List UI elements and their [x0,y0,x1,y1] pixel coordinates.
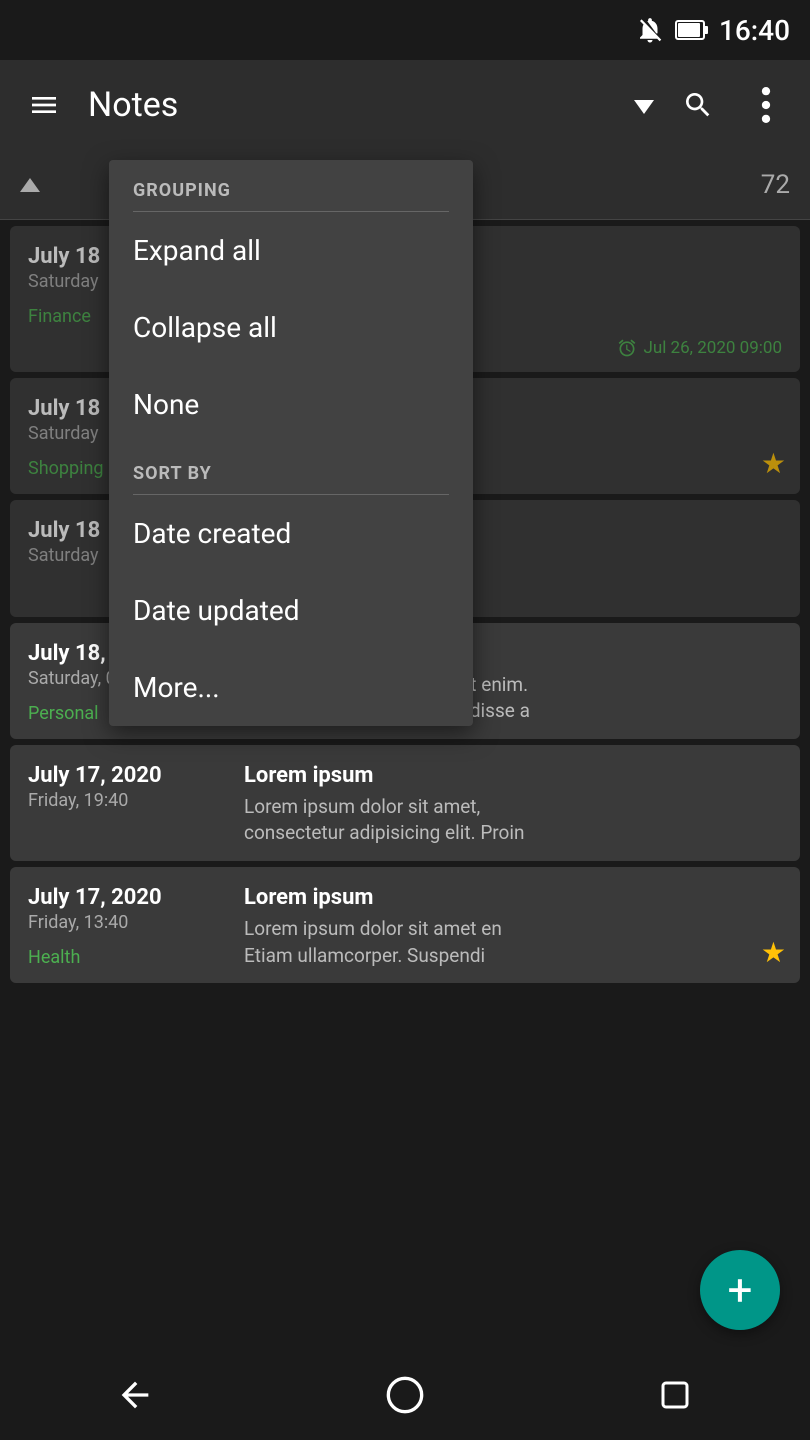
note-tag: Health [28,947,228,968]
note-date-main: July 17, 2020 [28,763,228,788]
app-bar: Notes [0,60,810,150]
dropdown-triangle-icon [634,100,654,114]
status-bar: 16:40 [0,0,810,60]
note-preview: Lorem ipsum dolor sit amet,consectetur a… [244,794,782,847]
notification-off-icon [635,15,665,45]
title-area: Notes [88,85,654,125]
note-date-main: July 17, 2020 [28,885,228,910]
app-title: Notes [88,85,628,125]
nav-bar [0,1350,810,1440]
none-menu-item[interactable]: None [109,366,473,443]
date-updated-menu-item[interactable]: Date updated [109,572,473,649]
sort-by-section-header: SORT BY [109,443,473,494]
star-icon: ★ [761,936,786,969]
note-left: July 17, 2020 Friday, 13:40 Health [28,885,228,969]
more-options-button[interactable] [742,81,790,129]
home-button[interactable] [380,1370,430,1420]
more-menu-item[interactable]: More... [109,649,473,726]
search-button[interactable] [674,81,722,129]
note-right: Lorem ipsum Lorem ipsum dolor sit amet,c… [244,763,782,847]
expand-all-menu-item[interactable]: Expand all [109,212,473,289]
status-time: 16:40 [719,14,790,47]
collapse-all-menu-item[interactable]: Collapse all [109,289,473,366]
note-preview: Lorem ipsum dolor sit amet enEtiam ullam… [244,916,782,969]
recents-button[interactable] [650,1370,700,1420]
note-date-sub: Friday, 13:40 [28,912,228,933]
group-count: 72 [761,170,790,200]
collapse-icon[interactable] [20,178,40,192]
grouping-dropdown-menu: GROUPING Expand all Collapse all None SO… [109,160,473,726]
menu-button[interactable] [20,81,68,129]
star-icon: ★ [761,447,786,480]
note-card[interactable]: July 17, 2020 Friday, 19:40 Lorem ipsum … [10,745,800,861]
note-title: Lorem ipsum [244,763,782,788]
note-title: Lorem ipsum [244,885,782,910]
battery-icon [675,18,709,42]
note-date-sub: Friday, 19:40 [28,790,228,811]
date-created-menu-item[interactable]: Date created [109,495,473,572]
fab-plus-icon: + [728,1268,753,1312]
alarm-label: Jul 26, 2020 09:00 [617,338,782,358]
note-card[interactable]: July 17, 2020 Friday, 13:40 Health Lorem… [10,867,800,983]
status-icons: 16:40 [635,14,790,47]
note-left: July 17, 2020 Friday, 19:40 [28,763,228,847]
note-right: Lorem ipsum Lorem ipsum dolor sit amet e… [244,885,782,969]
fab-add-button[interactable]: + [700,1250,780,1330]
back-button[interactable] [110,1370,160,1420]
grouping-section-header: GROUPING [109,160,473,211]
